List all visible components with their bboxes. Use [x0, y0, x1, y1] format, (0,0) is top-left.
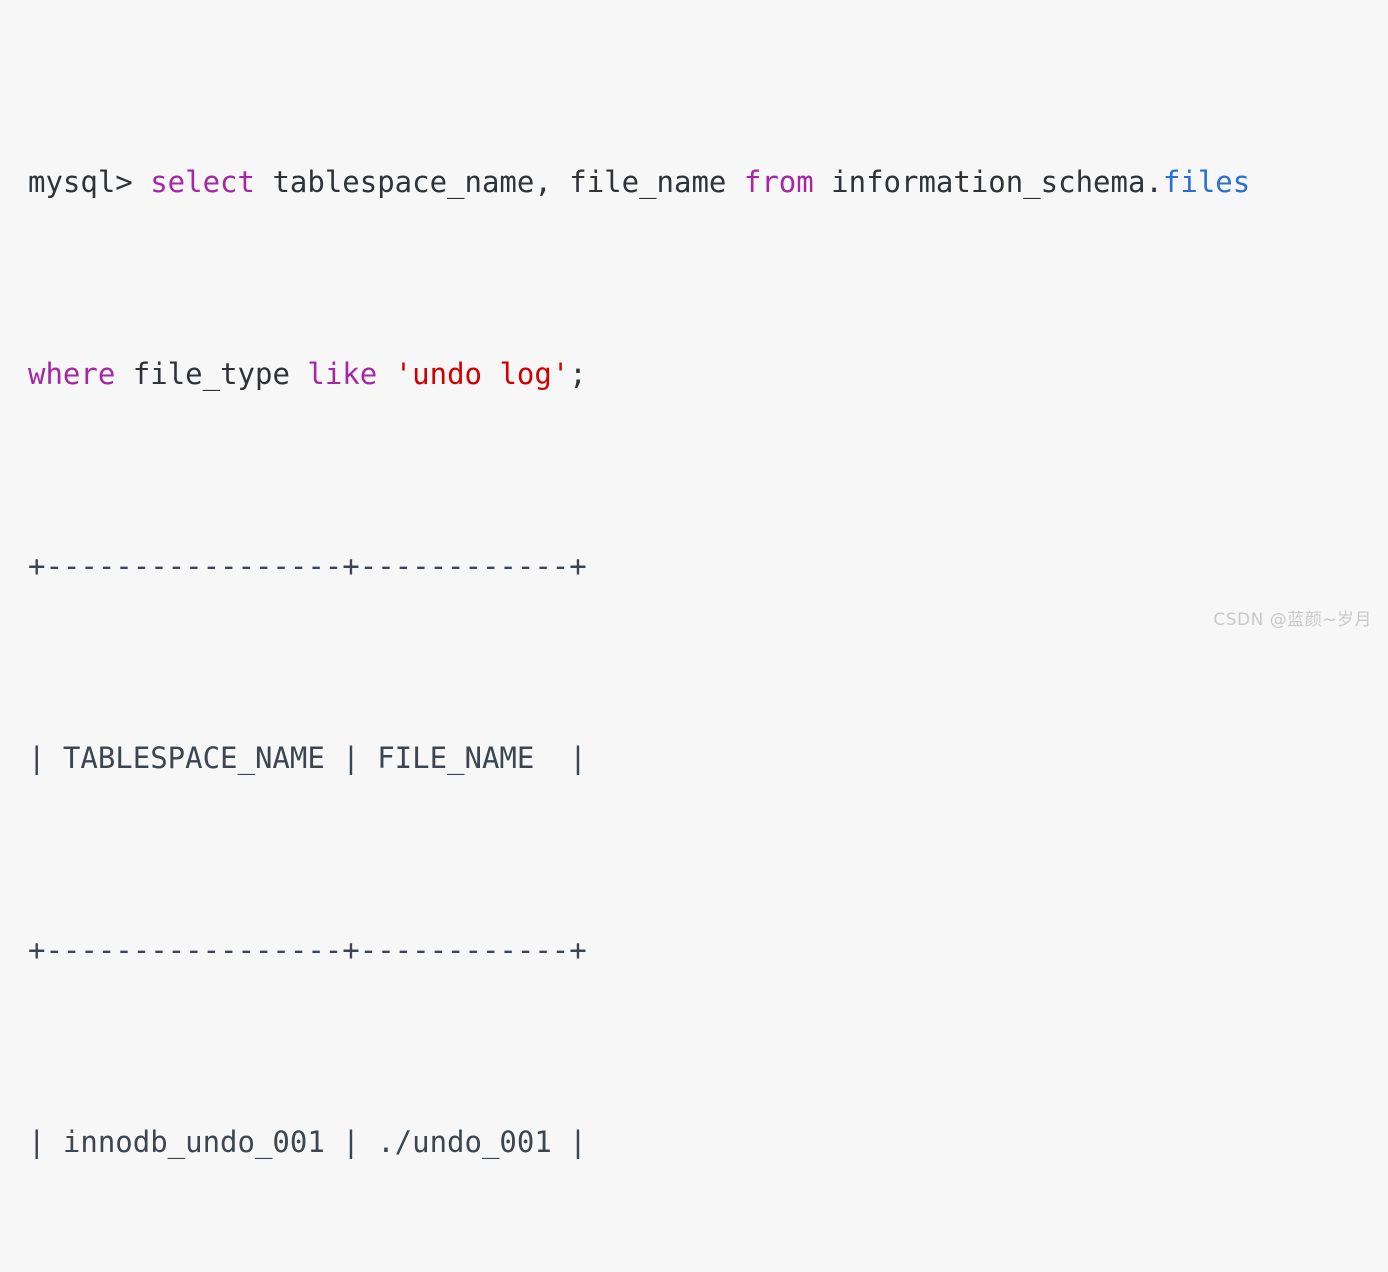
sql-query-line-1: mysql> select tablespace_name, file_name… — [28, 158, 1388, 206]
space-separator — [377, 357, 394, 391]
select-columns: tablespace_name, file_name — [254, 165, 744, 199]
statement-terminator: ; — [569, 357, 587, 391]
sql-query-line-2: where file_type like 'undo log'; — [28, 350, 1388, 398]
result-table-row-1: | innodb_undo_001 | ./undo_001 | — [28, 1125, 587, 1159]
where-column: file_type — [115, 357, 308, 391]
mysql-prompt: mysql> — [28, 165, 151, 199]
keyword-like: like — [307, 357, 378, 391]
terminal-output: mysql> select tablespace_name, file_name… — [28, 14, 1388, 1272]
table-name-files: files — [1162, 165, 1251, 199]
schema-name: information_schema. — [813, 165, 1163, 199]
terminal-window: mysql> select tablespace_name, file_name… — [0, 0, 1388, 1159]
keyword-select: select — [150, 165, 255, 199]
keyword-from: from — [743, 165, 814, 199]
csdn-watermark: CSDN @蓝颜~岁月 — [1213, 610, 1372, 630]
result-table-header-separator: +-----------------+------------+ — [28, 933, 587, 967]
string-literal-undo-log: 'undo log' — [394, 357, 570, 391]
keyword-where: where — [28, 357, 116, 391]
result-table-top-border: +-----------------+------------+ — [28, 549, 587, 583]
result-table-header-row: | TABLESPACE_NAME | FILE_NAME | — [28, 741, 587, 775]
